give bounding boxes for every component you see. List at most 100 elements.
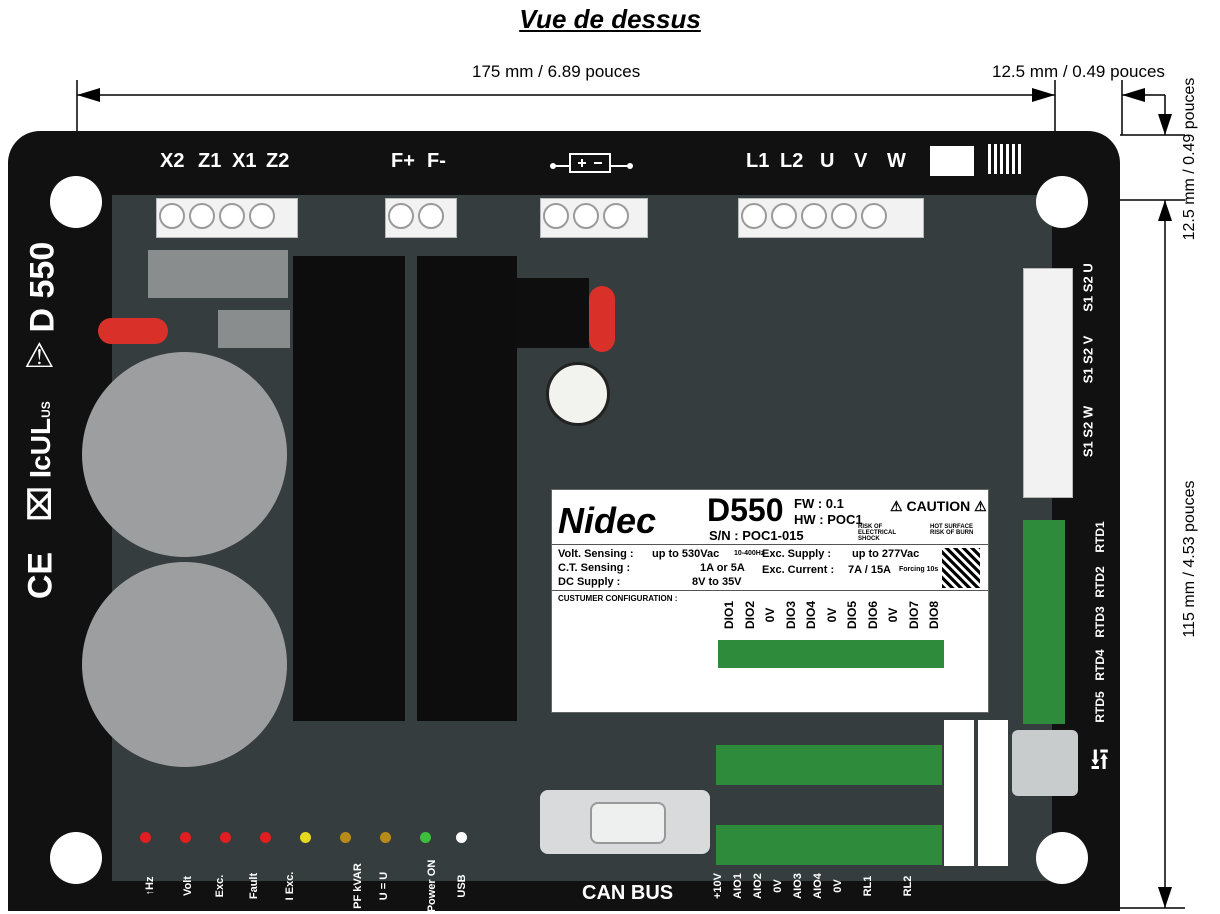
mounting-hole-bottom-left xyxy=(50,832,102,884)
heatsink-right xyxy=(417,256,517,721)
battery-icon xyxy=(550,153,633,173)
status-led xyxy=(380,832,391,843)
status-led xyxy=(260,832,271,843)
terminal-label-f-minus: F- xyxy=(427,150,446,172)
nameplate: Nidec D550 FW : 0.1 HW : POC1 S/N : POC1… xyxy=(551,489,989,713)
dio-label: DIO6 xyxy=(865,601,880,630)
label-hz: ↑Hz xyxy=(144,876,156,896)
io-connector-upper xyxy=(716,745,942,785)
label-0v-a: 0V xyxy=(772,879,784,893)
power-module xyxy=(517,278,589,348)
dio-label: DIO7 xyxy=(906,601,921,630)
nameplate-risk-burn: HOT SURFACE RISK OF BURN xyxy=(930,524,974,536)
config-label: CUSTUMER CONFIGURATION : xyxy=(558,594,678,603)
dimension-width: 175 mm / 6.89 pouces xyxy=(472,62,641,81)
ct-sensing-label: C.T. Sensing : xyxy=(558,562,631,574)
dio-label: DIO3 xyxy=(783,601,798,630)
terminal-label-z1: Z1 xyxy=(198,150,222,172)
status-led xyxy=(340,832,351,843)
ct-sensing-value: 1A or 5A xyxy=(700,562,745,574)
label-exc: Exc. xyxy=(214,874,226,898)
ct-label-v: S1 S2 V xyxy=(1080,335,1096,384)
dimension-offset-top: 12.5 mm / 0.49 pouces xyxy=(992,62,1165,81)
red-capacitor-left xyxy=(98,318,168,344)
white-strip-2 xyxy=(978,720,1008,866)
dimension-height: 115 mm / 4.53 pouces xyxy=(1181,480,1198,638)
component-block xyxy=(218,310,290,348)
exc-current-value: 7A / 15A xyxy=(848,564,892,576)
model-side-label: D 550 xyxy=(23,241,62,333)
status-led xyxy=(220,832,231,843)
volt-sensing-label: Volt. Sensing : xyxy=(558,548,634,560)
nameplate-risk-shock: RISK OF ELECTRICAL SHOCK xyxy=(858,524,896,542)
label-aio4: AIO4 xyxy=(812,873,824,899)
terminal-label-z2: Z2 xyxy=(266,150,290,172)
mounting-hole-top-left xyxy=(50,176,102,228)
weee-icon: ⌧ I xyxy=(24,469,58,522)
capacitor-upper xyxy=(82,352,287,557)
dio-labels: DIO1 DIO2 0V DIO3 DIO4 0V DIO5 DIO6 0V DIO7 DIO8 xyxy=(718,594,948,640)
label-aio1: AIO1 xyxy=(732,873,744,899)
label-rl1: RL1 xyxy=(862,875,874,897)
label-can-bus: CAN BUS xyxy=(582,882,674,904)
label-10v: +10V xyxy=(712,873,724,899)
usb-icon: ⭿ xyxy=(1090,744,1110,777)
nameplate-caution: ⚠ CAUTION ⚠ xyxy=(890,498,987,514)
datamatrix-small xyxy=(988,144,1022,174)
status-led xyxy=(180,832,191,843)
mounting-hole-bottom-right xyxy=(1036,832,1088,884)
status-led xyxy=(456,832,467,843)
dio-label: 0V xyxy=(763,607,777,623)
label-power-on: Power ON xyxy=(426,859,438,913)
nameplate-hw: HW : POC1 xyxy=(794,512,863,527)
ce-mark: CE xyxy=(21,551,60,600)
dimension-offset-right: 12.5 mm / 0.49 pouces xyxy=(1181,77,1198,241)
label-fault: Fault xyxy=(248,872,260,900)
exc-supply-value: up to 277Vac xyxy=(852,548,920,560)
rtd5-label: RTD5 xyxy=(1093,691,1107,723)
status-led xyxy=(300,832,311,843)
connector-battery xyxy=(540,198,648,238)
exc-current-note: Forcing 10s xyxy=(899,566,939,573)
dio-label: DIO5 xyxy=(845,601,859,630)
ct-connector xyxy=(1023,268,1073,498)
label-i-exc: I Exc. xyxy=(284,871,296,901)
volt-sensing-value: up to 530Vac xyxy=(652,548,720,560)
terminal-label-w: W xyxy=(887,150,906,172)
heatsink-left xyxy=(293,256,405,721)
terminal-label-v: V xyxy=(854,150,868,172)
capacitor-lower xyxy=(82,562,287,767)
label-aio3: AIO3 xyxy=(792,873,804,899)
nidec-logo: Nidec xyxy=(558,500,657,541)
white-strip-1 xyxy=(944,720,974,866)
warning-icon: ⚠ xyxy=(24,337,55,375)
label-aio2: AIO2 xyxy=(752,873,764,899)
usb-port xyxy=(1012,730,1078,796)
terminal-label-x2: X2 xyxy=(160,150,185,172)
dio-label: DIO2 xyxy=(742,601,757,630)
terminal-label-l1: L1 xyxy=(746,150,770,172)
dio-label: DIO8 xyxy=(927,601,941,630)
dio-connector xyxy=(718,640,944,668)
dio-label: 0V xyxy=(886,607,900,623)
terminal-label-x1: X1 xyxy=(232,150,257,172)
exc-current-label: Exc. Current : xyxy=(762,564,835,576)
ct-label-w: S1 S2 W xyxy=(1080,405,1096,458)
red-capacitor-right xyxy=(589,286,615,352)
dio-label: DIO4 xyxy=(804,601,818,630)
white-capacitor xyxy=(546,362,610,426)
exc-supply-label: Exc. Supply : xyxy=(762,548,832,560)
nameplate-fw: FW : 0.1 xyxy=(794,496,844,511)
nameplate-model: D550 xyxy=(707,492,784,528)
terminal-label-l2: L2 xyxy=(780,150,804,172)
ct-label-u: S1 S2 U xyxy=(1080,263,1096,312)
dc-supply-label: DC Supply : xyxy=(558,576,621,588)
connector-l1-w xyxy=(738,198,924,238)
label-volt: Volt xyxy=(182,876,194,896)
ul-mark: ccULUS xyxy=(25,401,56,471)
led-row xyxy=(140,832,480,846)
label-rl2: RL2 xyxy=(902,875,914,897)
rtd-connector xyxy=(1023,520,1065,724)
terminal-label-f-plus: F+ xyxy=(391,150,415,172)
dio-label: DIO1 xyxy=(722,601,736,630)
